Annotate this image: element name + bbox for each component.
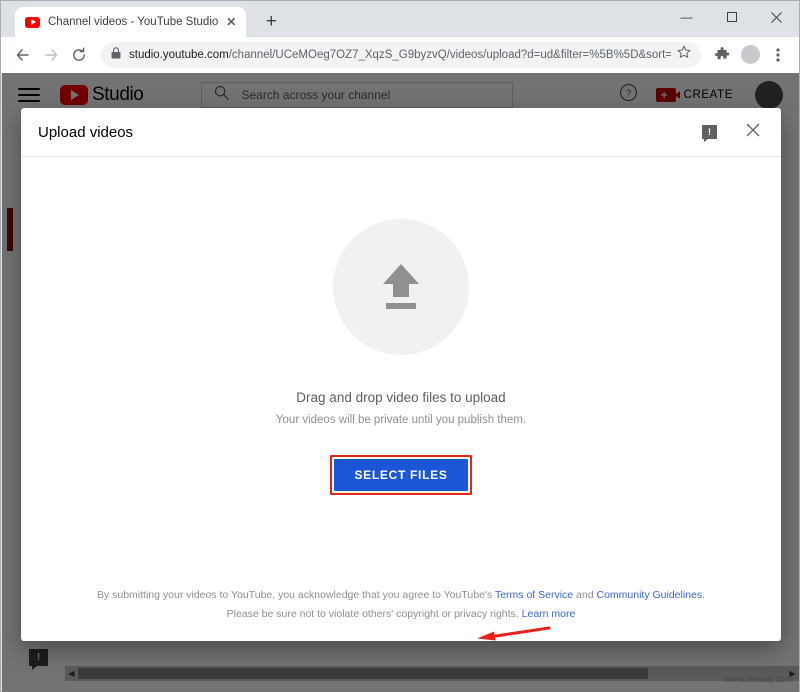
upload-videos-dialog: Upload videos ! Drag and drop video file… xyxy=(21,108,781,641)
avatar xyxy=(740,45,760,64)
youtube-icon xyxy=(25,16,40,28)
window-close-button[interactable] xyxy=(754,1,799,33)
star-icon[interactable] xyxy=(677,45,691,64)
feedback-glyph: ! xyxy=(708,126,711,137)
url-text: studio.youtube.com/channel/UCeMOeg7OZ7_X… xyxy=(129,49,671,61)
select-files-highlight: SELECT FILES xyxy=(330,454,472,495)
footer-line-2: Please be sure not to violate others' co… xyxy=(21,605,781,624)
reload-button[interactable] xyxy=(65,41,93,69)
feedback-icon[interactable]: ! xyxy=(702,125,717,142)
browser-window: Channel videos - YouTube Studio ✕ + — st… xyxy=(0,0,800,692)
terms-of-service-link[interactable]: Terms of Service xyxy=(495,589,573,601)
lock-icon xyxy=(111,46,121,64)
footer-text-2a: Please be sure not to violate others' co… xyxy=(226,608,522,620)
forward-button[interactable] xyxy=(37,41,65,69)
close-icon[interactable] xyxy=(743,122,763,142)
tab-strip: Channel videos - YouTube Studio ✕ + — xyxy=(1,1,799,37)
puzzle-piece-icon[interactable] xyxy=(709,42,735,68)
select-files-button[interactable]: SELECT FILES xyxy=(334,458,468,491)
back-button[interactable] xyxy=(9,41,37,69)
footer-line-1: By submitting your videos to YouTube, yo… xyxy=(21,586,781,605)
dropzone-subtitle: Your videos will be private until you pu… xyxy=(275,413,527,426)
community-guidelines-link[interactable]: Community Guidelines xyxy=(596,589,702,601)
maximize-button[interactable] xyxy=(709,1,754,33)
dialog-title: Upload videos xyxy=(38,123,134,141)
dialog-footer: By submitting your videos to YouTube, yo… xyxy=(21,586,781,641)
three-dot-menu-icon[interactable] xyxy=(765,42,791,68)
dialog-body: Drag and drop video files to upload Your… xyxy=(21,157,781,641)
dropzone-title: Drag and drop video files to upload xyxy=(296,389,506,405)
footer-text-1a: By submitting your videos to YouTube, yo… xyxy=(96,589,495,601)
page-content: Studio Search across your channel ? CREA… xyxy=(2,73,799,692)
dialog-header-actions: ! xyxy=(702,122,763,142)
footer-text-1b: and xyxy=(573,589,597,601)
window-controls: — xyxy=(664,1,799,33)
upload-arrow-icon xyxy=(333,218,469,355)
close-icon[interactable]: ✕ xyxy=(224,15,238,29)
dialog-header: Upload videos ! xyxy=(21,108,781,157)
browser-toolbar: studio.youtube.com/channel/UCeMOeg7OZ7_X… xyxy=(1,37,799,73)
url-path: /channel/UCeMOeg7OZ7_XqzS_G9byzvQ/videos… xyxy=(228,48,671,61)
tab-title: Channel videos - YouTube Studio xyxy=(48,16,219,28)
learn-more-link[interactable]: Learn more xyxy=(522,608,576,620)
minimize-button[interactable]: — xyxy=(664,1,709,33)
new-tab-button[interactable]: + xyxy=(258,9,284,35)
profile-avatar-icon[interactable] xyxy=(737,42,763,68)
footer-text-1c: . xyxy=(702,589,706,601)
browser-tab[interactable]: Channel videos - YouTube Studio ✕ xyxy=(15,7,247,37)
address-bar[interactable]: studio.youtube.com/channel/UCeMOeg7OZ7_X… xyxy=(101,41,701,68)
url-domain: studio.youtube.com xyxy=(129,48,229,61)
